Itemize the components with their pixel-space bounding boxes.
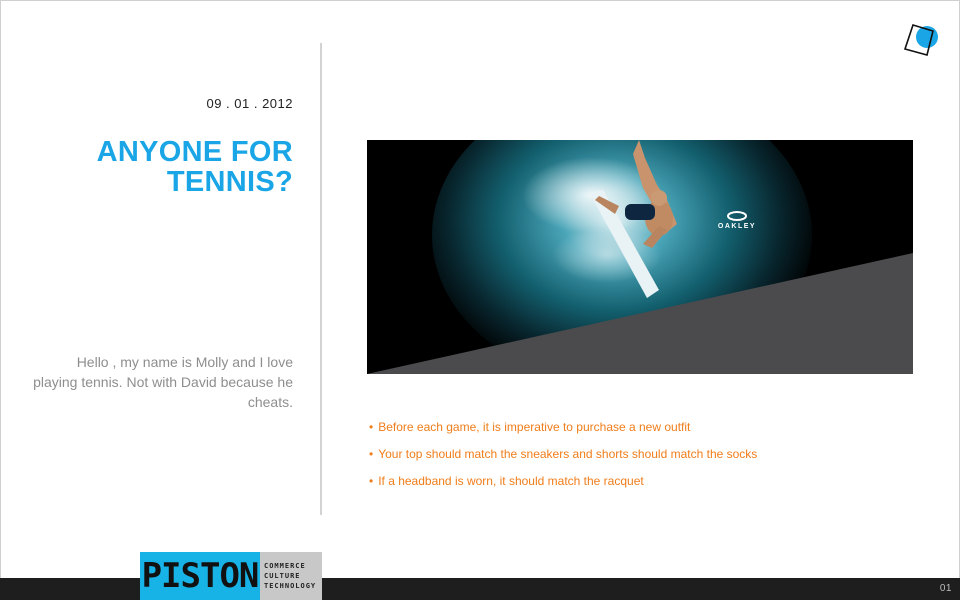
surfer-photo: OAKLEY — [367, 140, 913, 374]
intro-paragraph: Hello , my name is Molly and I love play… — [33, 354, 293, 410]
bullet-dot-icon: • — [369, 447, 374, 461]
brand-tagline-line: CULTURE — [264, 572, 301, 580]
slide-frame: 09 . 01 . 2012 ANYONE FOR TENNIS? Hello … — [0, 0, 960, 600]
slide-date: 09 . 01 . 2012 — [206, 96, 293, 111]
brand-tagline-line: COMMERCE — [264, 562, 306, 570]
page-number: 01 — [939, 583, 952, 594]
bullet-text: If a headband is worn, it should match t… — [378, 474, 644, 488]
bullet-list: • Before each game, it is imperative to p… — [369, 420, 757, 501]
brand-name: PISTON — [140, 552, 260, 600]
bullet-item: • If a headband is worn, it should match … — [369, 474, 757, 488]
hero-image: OAKLEY — [367, 140, 913, 374]
bullet-dot-icon: • — [369, 420, 374, 434]
brand-tagline-line: TECHNOLOGY — [264, 582, 317, 590]
slide-title: ANYONE FOR TENNIS? — [33, 137, 293, 197]
bullet-item: • Before each game, it is imperative to p… — [369, 420, 757, 434]
brand-tagline: COMMERCE CULTURE TECHNOLOGY — [260, 552, 322, 600]
bullet-item: • Your top should match the sneakers and … — [369, 447, 757, 461]
piston-logo-icon — [903, 24, 938, 56]
piston-brand-logo: PISTON COMMERCE CULTURE TECHNOLOGY — [140, 552, 322, 600]
vertical-divider — [320, 43, 322, 515]
bullet-text: Before each game, it is imperative to pu… — [378, 420, 691, 434]
slide-title-line-2: TENNIS? — [166, 166, 293, 198]
bullet-text: Your top should match the sneakers and s… — [378, 447, 758, 461]
bullet-dot-icon: • — [369, 474, 374, 488]
slide-title-line-1: ANYONE FOR — [96, 136, 293, 168]
oakley-brand-text: OAKLEY — [718, 223, 756, 230]
